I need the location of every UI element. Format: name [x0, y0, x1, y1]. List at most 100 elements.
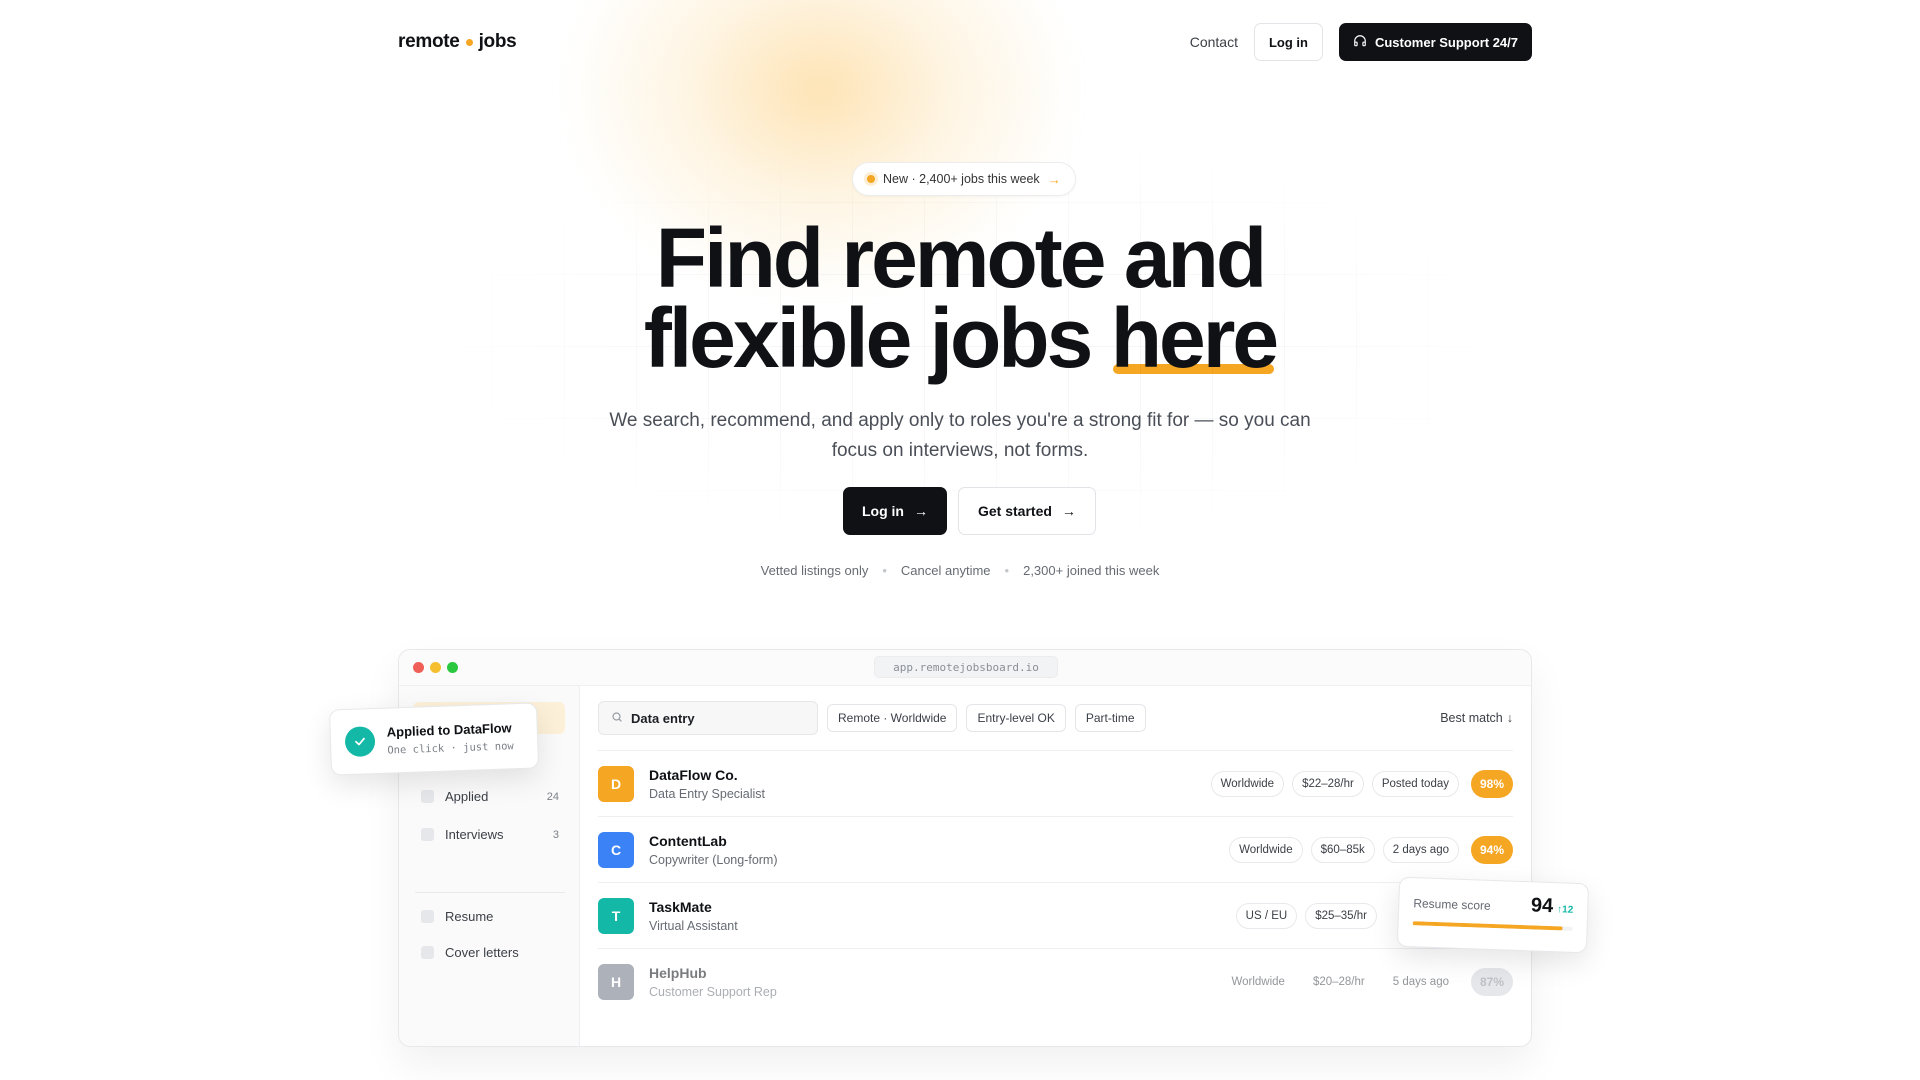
badge-dot: [867, 175, 875, 183]
logo-text-right: jobs: [478, 31, 517, 52]
job-role: Data Entry Specialist: [649, 786, 766, 801]
customer-support-label: Customer Support 24/7: [1374, 34, 1518, 50]
sort-dropdown[interactable]: Best match ↓: [1440, 711, 1513, 725]
location-tag: Worldwide: [1229, 836, 1303, 863]
job-row[interactable]: C ContentLab Copywriter (Long-form) Worl…: [598, 817, 1513, 883]
sidebar-item-icon: [421, 910, 434, 923]
sort-label: Best match: [1440, 711, 1503, 725]
trust-item: 2,300+ joined this week: [1023, 563, 1160, 578]
job-text: ContentLab Copywriter (Long-form): [649, 833, 778, 867]
job-tags: Worldwide $20–28/hr 5 days ago 87%: [1221, 968, 1513, 996]
trust-item: Cancel anytime: [900, 563, 991, 578]
pay-tag: $22–28/hr: [1292, 770, 1364, 797]
search-icon: [611, 711, 623, 726]
applied-toast: Applied to DataFlow One click · just now: [328, 702, 540, 776]
job-role: Customer Support Rep: [649, 985, 777, 999]
app-main: Data entry Remote · Worldwide Entry-leve…: [580, 686, 1531, 1046]
window-titlebar: app.remotejobsboard.io: [399, 650, 1531, 686]
toast-subtitle: One click · just now: [387, 740, 514, 757]
maximize-dot-icon: [447, 662, 458, 673]
app-preview-window: app.remotejobsboard.io Applied 24 Interv…: [398, 649, 1532, 1047]
sidebar-item-label: Applied: [445, 789, 489, 804]
sidebar-item-interviews[interactable]: Interviews 3: [421, 827, 559, 842]
logo-dot: [465, 38, 473, 46]
sidebar-item-count: 24: [546, 790, 559, 803]
customer-support-button[interactable]: Customer Support 24/7: [1338, 23, 1532, 61]
toast-text: Applied to DataFlow One click · just now: [386, 720, 513, 756]
top-nav: remote jobs Contact Log in Customer Supp…: [398, 22, 1532, 62]
job-tags: Worldwide $22–28/hr Posted today 98%: [1210, 769, 1513, 798]
headline-highlight: here: [1110, 291, 1279, 385]
logo-text-left: remote: [398, 31, 460, 52]
job-row[interactable]: D DataFlow Co. Data Entry Specialist Wor…: [598, 751, 1513, 817]
headline-line-2: flexible jobs here: [560, 291, 1360, 385]
pay-tag: $60–85k: [1310, 836, 1375, 863]
match-score-badge: 94%: [1471, 835, 1513, 864]
sidebar-item-icon: [421, 828, 434, 841]
posted-tag: Posted today: [1371, 770, 1459, 797]
company-name: ContentLab: [649, 832, 727, 849]
headset-icon: [1353, 34, 1367, 51]
sidebar-item-cover-letters[interactable]: Cover letters: [421, 945, 559, 960]
sidebar-item-label: Resume: [445, 909, 494, 924]
job-text: HelpHub Customer Support Rep: [649, 965, 777, 999]
match-score-badge: 98%: [1471, 769, 1513, 798]
check-icon: [344, 726, 376, 758]
url-bar[interactable]: app.remotejobsboard.io: [874, 656, 1058, 678]
arrow-right-icon: →: [1061, 503, 1076, 519]
job-text: TaskMate Virtual Assistant: [649, 899, 738, 933]
job-role: Virtual Assistant: [649, 918, 738, 933]
job-tags: US / EU $25–35/hr: [1235, 902, 1377, 929]
hero-login-button[interactable]: Log in →: [843, 487, 947, 535]
trust-signals: Vetted listings only • Cancel anytime • …: [700, 563, 1220, 578]
search-input[interactable]: Data entry: [598, 701, 818, 735]
logo[interactable]: remote jobs: [398, 31, 517, 53]
resume-score-bar: [1412, 921, 1573, 931]
get-started-label: Get started: [978, 503, 1052, 519]
sidebar-item-icon: [421, 790, 434, 803]
pay-tag: $25–35/hr: [1305, 902, 1377, 929]
company-avatar: T: [598, 897, 634, 934]
sidebar-item-resume[interactable]: Resume: [421, 909, 559, 924]
nav-login-button[interactable]: Log in: [1253, 23, 1323, 61]
sidebar-item-label: Interviews: [445, 827, 504, 842]
contact-link[interactable]: Contact: [1190, 34, 1238, 50]
posted-tag: 2 days ago: [1382, 836, 1459, 863]
filter-chip[interactable]: Entry-level OK: [966, 704, 1066, 732]
hero-cta-row: Log in → Get started →: [843, 487, 1096, 535]
posted-tag: 5 days ago: [1382, 969, 1459, 995]
resume-score-value: 94: [1530, 894, 1554, 918]
job-row[interactable]: T TaskMate Virtual Assistant US / EU $25…: [598, 883, 1513, 949]
announcement-badge[interactable]: New · 2,400+ jobs this week →: [852, 162, 1076, 196]
filter-chip[interactable]: Part-time: [1074, 704, 1146, 732]
resume-score-fill: [1412, 921, 1564, 931]
sidebar-item-label: Cover letters: [445, 945, 519, 960]
trust-separator: •: [882, 563, 887, 578]
resume-score-row: Resume score 94 ↑12: [1413, 890, 1574, 919]
company-name: DataFlow Co.: [649, 766, 738, 783]
sidebar-item-applied[interactable]: Applied 24: [421, 789, 559, 804]
headline-line-2-text: flexible jobs: [643, 291, 1093, 385]
sidebar-item-count: 3: [552, 828, 559, 841]
minimize-dot-icon: [430, 662, 441, 673]
get-started-button[interactable]: Get started →: [958, 487, 1096, 535]
company-avatar: C: [598, 831, 634, 868]
resume-score-card: Resume score 94 ↑12: [1396, 876, 1590, 954]
job-row[interactable]: H HelpHub Customer Support Rep Worldwide…: [598, 949, 1513, 1015]
job-text: DataFlow Co. Data Entry Specialist: [649, 767, 765, 801]
location-tag: US / EU: [1235, 902, 1298, 929]
headline-line-1: Find remote and: [655, 211, 1267, 305]
match-score-badge: 87%: [1471, 968, 1513, 996]
trust-separator: •: [1004, 563, 1010, 578]
job-role: Copywriter (Long-form): [649, 852, 778, 867]
hero-subtitle: We search, recommend, and apply only to …: [609, 410, 1311, 461]
filter-chip[interactable]: Remote · Worldwide: [827, 704, 958, 732]
location-tag: Worldwide: [1210, 770, 1285, 797]
hero-headline: Find remote and flexible jobs here: [560, 211, 1360, 385]
arrow-right-icon: →: [914, 503, 928, 519]
close-dot-icon: [413, 662, 424, 673]
resume-score-delta: ↑12: [1556, 904, 1574, 916]
trust-item: Vetted listings only: [760, 563, 869, 578]
location-tag: Worldwide: [1221, 969, 1295, 995]
pay-tag: $20–28/hr: [1302, 969, 1375, 995]
